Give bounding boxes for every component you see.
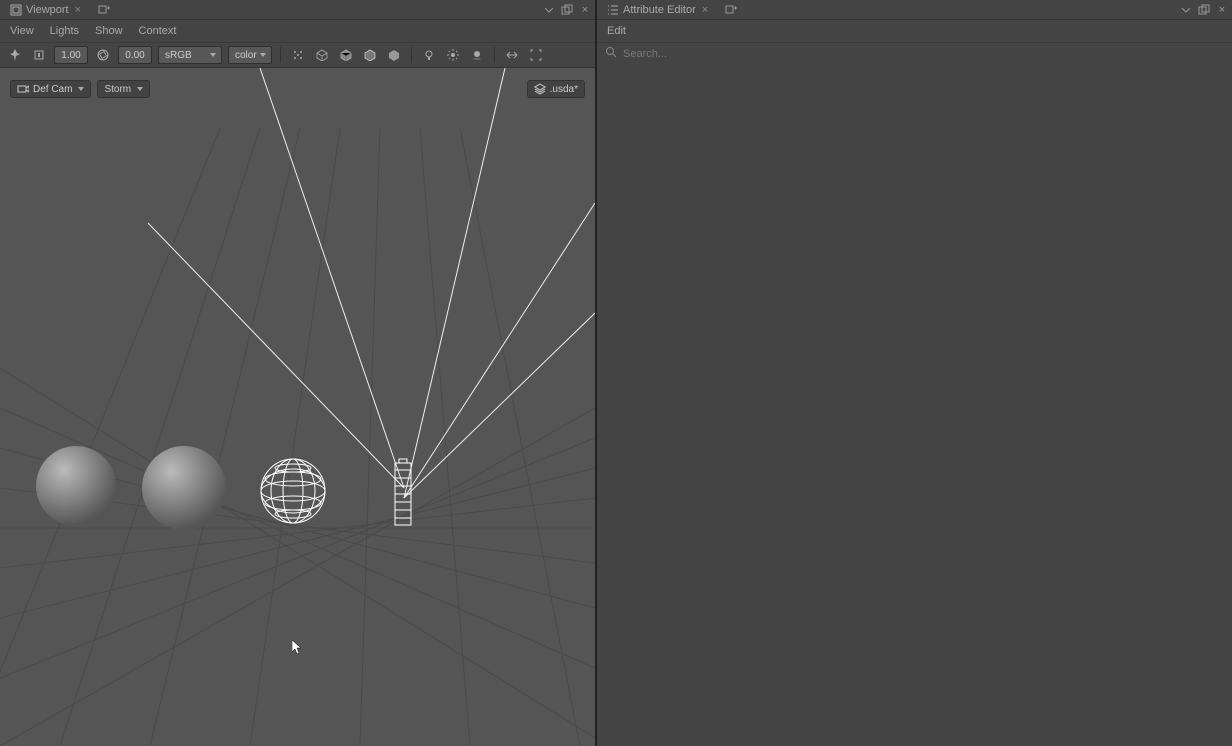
shadow-icon[interactable] [468, 46, 486, 64]
viewport-3d-area[interactable]: Def Cam Storm .usda* [0, 68, 595, 746]
attribute-editor-tab[interactable]: Attribute Editor × [601, 2, 716, 18]
close-panel-icon[interactable]: × [579, 4, 591, 16]
attribute-editor-panel: Attribute Editor × × Edit [595, 0, 1232, 746]
camera-selector[interactable]: Def Cam [10, 80, 91, 98]
stage-label: .usda* [550, 84, 578, 95]
viewport-tab-bar: Viewport × × [0, 0, 595, 20]
list-icon [607, 4, 619, 16]
shaded-wire-icon[interactable] [361, 46, 379, 64]
menu-context[interactable]: Context [139, 25, 177, 37]
attribute-tab-label: Attribute Editor [623, 4, 696, 16]
tab-controls: × [543, 4, 591, 16]
layers-icon [534, 83, 546, 95]
stop-icon[interactable] [30, 46, 48, 64]
viewport-menu-bar: View Lights Show Context [0, 20, 595, 42]
tab-controls: × [1180, 4, 1228, 16]
gamma-input[interactable] [118, 46, 152, 64]
attribute-empty-area [597, 64, 1232, 746]
shaded-icon[interactable] [337, 46, 355, 64]
wireframe-icon[interactable] [313, 46, 331, 64]
viewport-overlay: Def Cam Storm .usda* [10, 80, 585, 98]
camera-icon [17, 84, 29, 94]
separator [411, 47, 412, 63]
popout-icon[interactable] [561, 4, 573, 16]
stage-indicator[interactable]: .usda* [527, 80, 585, 98]
textured-icon[interactable] [385, 46, 403, 64]
viewport-tab-label: Viewport [26, 4, 69, 16]
separator [280, 47, 281, 63]
renderer-label: Storm [104, 84, 131, 95]
search-icon [605, 46, 617, 61]
add-tab-icon[interactable] [722, 1, 740, 19]
camera-label: Def Cam [33, 84, 72, 95]
menu-edit[interactable]: Edit [607, 25, 626, 37]
points-icon[interactable] [289, 46, 307, 64]
menu-lights[interactable]: Lights [50, 25, 79, 37]
frame-icon[interactable] [527, 46, 545, 64]
attribute-tab-bar: Attribute Editor × × [597, 0, 1232, 20]
popout-icon[interactable] [1198, 4, 1210, 16]
search-input[interactable] [623, 48, 1224, 60]
lightbulb-icon[interactable] [420, 46, 438, 64]
channel-dropdown[interactable]: color [228, 46, 272, 64]
viewport-icon [10, 4, 22, 16]
renderer-selector[interactable]: Storm [97, 80, 150, 98]
expand-horizontal-icon[interactable] [503, 46, 521, 64]
sun-icon[interactable] [444, 46, 462, 64]
viewport-panel: Viewport × × View Lights Show Context sR… [0, 0, 595, 746]
viewport-toolbar: sRGB color [0, 42, 595, 68]
aperture-icon[interactable] [94, 46, 112, 64]
chevron-down-icon[interactable] [543, 4, 555, 16]
attribute-search-bar [597, 42, 1232, 64]
chevron-down-icon[interactable] [1180, 4, 1192, 16]
exposure-input[interactable] [54, 46, 88, 64]
close-icon[interactable]: × [700, 4, 710, 16]
viewport-tab[interactable]: Viewport × [4, 2, 89, 18]
attribute-menu-bar: Edit [597, 20, 1232, 42]
menu-show[interactable]: Show [95, 25, 123, 37]
separator [494, 47, 495, 63]
colorspace-dropdown[interactable]: sRGB [158, 46, 222, 64]
scene-render [0, 68, 595, 746]
close-icon[interactable]: × [73, 4, 83, 16]
add-tab-icon[interactable] [95, 1, 113, 19]
menu-view[interactable]: View [10, 25, 34, 37]
close-panel-icon[interactable]: × [1216, 4, 1228, 16]
pin-icon[interactable] [6, 46, 24, 64]
